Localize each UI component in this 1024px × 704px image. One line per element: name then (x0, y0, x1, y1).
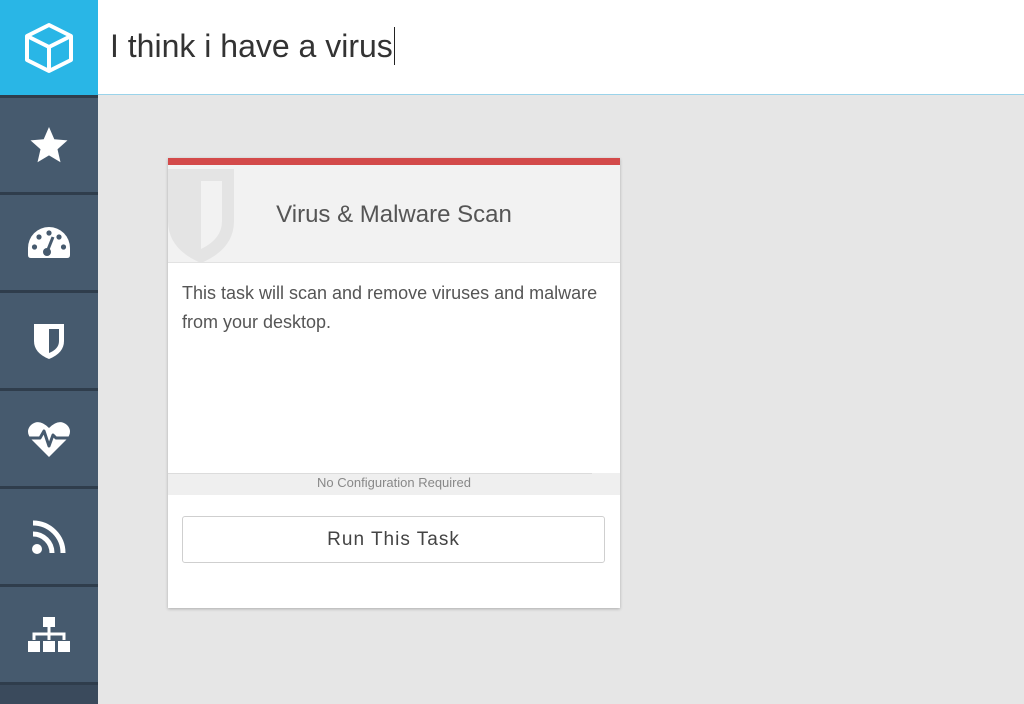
config-divider (168, 473, 592, 474)
text-caret (393, 27, 395, 65)
task-card-header: Virus & Malware Scan (168, 165, 620, 263)
heartbeat-icon (28, 421, 70, 457)
sidebar-item-favorites[interactable] (0, 95, 98, 195)
search-header: I think i have a virus (98, 0, 1024, 95)
task-card: Virus & Malware Scan This task will scan… (168, 158, 620, 608)
rss-feed-icon (32, 520, 66, 554)
sidebar-item-feeds[interactable] (0, 489, 98, 587)
sidebar-item-health[interactable] (0, 391, 98, 489)
sidebar-item-security[interactable] (0, 293, 98, 391)
cube-logo-icon (25, 22, 73, 73)
sidebar (0, 95, 98, 704)
app-logo[interactable] (0, 0, 98, 95)
sidebar-item-dashboard[interactable] (0, 195, 98, 293)
run-task-button[interactable]: Run This Task (182, 516, 605, 563)
task-card-title: Virus & Malware Scan (276, 201, 512, 228)
network-sitemap-icon (28, 616, 70, 652)
task-card-description: This task will scan and remove viruses a… (182, 283, 598, 332)
search-input-text: I think i have a virus (110, 27, 393, 64)
config-status-text: No Configuration Required (317, 475, 471, 490)
config-status-bar: No Configuration Required (168, 473, 620, 495)
sidebar-item-network[interactable] (0, 587, 98, 685)
star-icon (30, 127, 68, 163)
shield-icon (34, 323, 64, 359)
dashboard-gauge-icon (28, 226, 70, 258)
search-input[interactable]: I think i have a virus (110, 22, 970, 70)
